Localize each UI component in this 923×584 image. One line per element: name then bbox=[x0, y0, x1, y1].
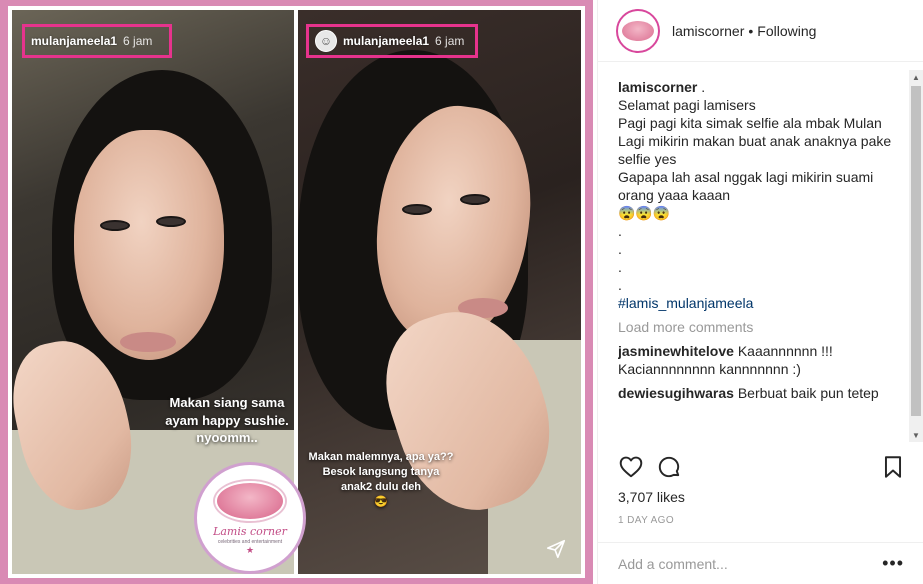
send-icon bbox=[546, 539, 566, 559]
story-caption-text: Makan malemnya, apa ya?? Besok langsung … bbox=[308, 451, 454, 493]
post-media[interactable]: mulanjameela1 6 jam Makan siang sama aya… bbox=[0, 0, 593, 584]
avatar[interactable] bbox=[616, 8, 660, 53]
story-username: mulanjameela1 bbox=[343, 34, 430, 48]
caption-line: 😨😨😨 bbox=[618, 205, 671, 221]
load-more-comments[interactable]: Load more comments bbox=[618, 318, 904, 336]
logo-name: Lamis corner bbox=[213, 524, 287, 538]
post-time: 1 DAY AGO bbox=[618, 515, 675, 526]
story-time: 6 jam bbox=[123, 34, 153, 48]
avatar-lips-icon bbox=[622, 20, 654, 41]
caption-line: . bbox=[618, 223, 622, 239]
comments-section: lamiscorner . Selamat pagi lamisers Pagi… bbox=[618, 78, 904, 442]
heart-icon[interactable] bbox=[618, 454, 644, 480]
hashtag-link[interactable]: #lamis_mulanjameela bbox=[618, 294, 904, 312]
add-comment-bar: ••• bbox=[598, 542, 923, 584]
story-time: 6 jam bbox=[435, 34, 465, 48]
lips-shape bbox=[120, 332, 176, 352]
comment-username[interactable]: jasminewhitelove bbox=[618, 343, 734, 359]
following-button[interactable]: Following bbox=[757, 23, 816, 39]
likes-count[interactable]: 3,707 likes bbox=[618, 489, 685, 505]
comments-scrollbar[interactable]: ▲ ▼ bbox=[909, 70, 923, 442]
post-caption: lamiscorner . Selamat pagi lamisers Pagi… bbox=[618, 78, 904, 312]
comment-text: Berbuat baik pun tetep bbox=[737, 385, 879, 401]
comment-input[interactable] bbox=[618, 555, 883, 572]
caption-line: . bbox=[618, 241, 622, 257]
comment-username[interactable]: dewiesugihwaras bbox=[618, 385, 734, 401]
caption-line: Lagi mikirin makan buat anak anaknya pak… bbox=[618, 133, 896, 167]
eye-right bbox=[156, 216, 186, 227]
comment-row: dewiesugihwaras Berbuat baik pun tetep bbox=[618, 384, 904, 402]
caption-line: . bbox=[618, 259, 622, 275]
comment-row: jasminewhitelove Kaaannnnnn !!! Kaciannn… bbox=[618, 342, 904, 378]
story-header-right: ☺ mulanjameela1 6 jam bbox=[306, 24, 478, 58]
caption-first: . bbox=[701, 79, 706, 95]
bookmark-icon[interactable] bbox=[880, 454, 906, 480]
logo-star-icon: ★ bbox=[245, 544, 255, 555]
caption-line: Gapapa lah asal nggak lagi mikirin suami… bbox=[618, 169, 878, 203]
action-bar bbox=[618, 454, 904, 484]
scroll-up-icon[interactable]: ▲ bbox=[909, 70, 923, 84]
lamis-corner-logo: Lamis corner celebrities and entertainme… bbox=[194, 462, 306, 574]
story-username: mulanjameela1 bbox=[31, 34, 118, 48]
story-header-left: mulanjameela1 6 jam bbox=[22, 24, 172, 58]
story-caption-right: Makan malemnya, apa ya?? Besok langsung … bbox=[306, 450, 456, 509]
media-frame: mulanjameela1 6 jam Makan siang sama aya… bbox=[8, 6, 585, 578]
face-shape bbox=[74, 130, 224, 360]
eye-left bbox=[402, 204, 432, 215]
more-icon[interactable]: ••• bbox=[882, 553, 904, 574]
scroll-thumb[interactable] bbox=[911, 86, 921, 416]
caption-username[interactable]: lamiscorner bbox=[618, 79, 697, 95]
caption-line: Pagi pagi kita simak selfie ala mbak Mul… bbox=[618, 115, 882, 131]
lips-logo-icon bbox=[215, 480, 285, 521]
story-caption-left: Makan siang sama ayam happy sushie. nyoo… bbox=[165, 395, 289, 446]
caption-line: . bbox=[618, 277, 622, 293]
story-screenshot-right: ☺ mulanjameela1 6 jam Makan malemnya, ap… bbox=[298, 10, 581, 574]
sunglasses-emoji: 😎 bbox=[374, 495, 388, 508]
post-sidebar: lamiscorner • Following lamiscorner . Se… bbox=[597, 0, 923, 584]
story-avatar-icon: ☺ bbox=[315, 30, 337, 52]
eye-left bbox=[100, 220, 130, 231]
post-header: lamiscorner • Following bbox=[598, 0, 923, 62]
caption-line: Selamat pagi lamisers bbox=[618, 97, 756, 113]
header-separator: • bbox=[748, 22, 754, 39]
scroll-down-icon[interactable]: ▼ bbox=[909, 428, 923, 442]
header-username[interactable]: lamiscorner bbox=[672, 23, 744, 39]
comment-icon[interactable] bbox=[656, 454, 682, 480]
eye-right bbox=[460, 194, 490, 205]
